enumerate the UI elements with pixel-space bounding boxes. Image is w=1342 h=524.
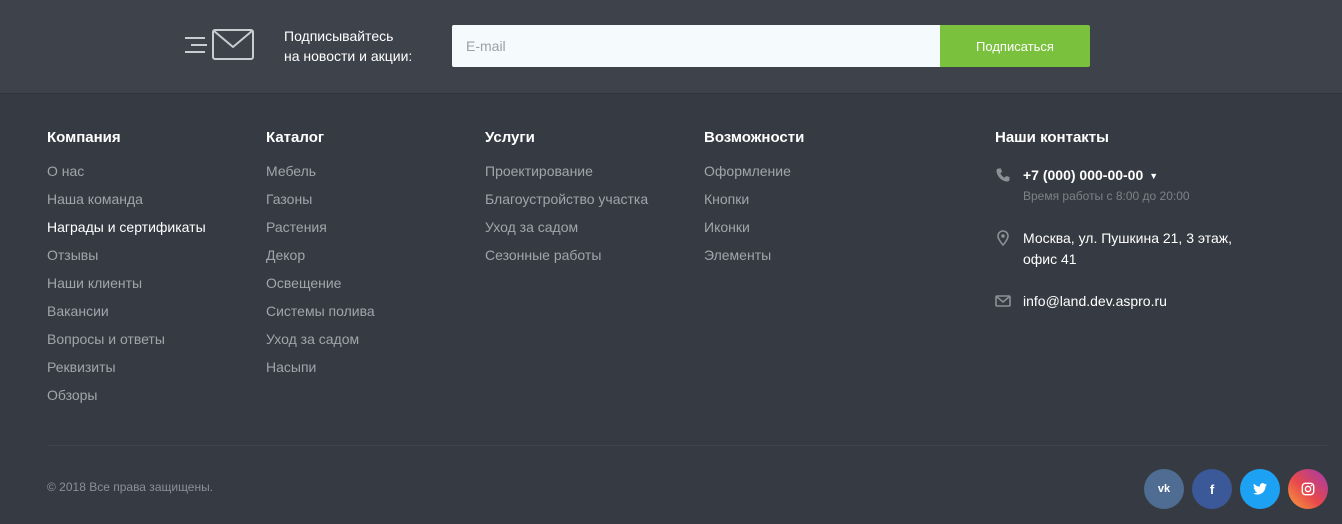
email-link[interactable]: info@land.dev.aspro.ru	[1023, 293, 1167, 309]
footer-link-furniture[interactable]: Мебель	[266, 163, 316, 179]
footer-link-lawns[interactable]: Газоны	[266, 191, 312, 207]
footer-link-elements[interactable]: Элементы	[704, 247, 771, 263]
instagram-icon	[1301, 482, 1315, 496]
twitter-button[interactable]	[1240, 469, 1280, 509]
footer-column-services: Услуги Проектирование Благоустройство уч…	[485, 128, 648, 274]
footer-link-requisites[interactable]: Реквизиты	[47, 359, 116, 375]
facebook-icon: f	[1209, 481, 1215, 497]
footer-link-plants[interactable]: Растения	[266, 219, 327, 235]
map-pin-icon	[997, 230, 1009, 246]
footer-link-overviews[interactable]: Обзоры	[47, 387, 98, 403]
footer-link-buttons[interactable]: Кнопки	[704, 191, 749, 207]
copyright-text: © 2018 Все права защищены.	[47, 480, 214, 494]
footer-link-design[interactable]: Проектирование	[485, 163, 593, 179]
footer-link-seasonal-works[interactable]: Сезонные работы	[485, 247, 601, 263]
footer-column-catalog: Каталог Мебель Газоны Растения Декор Осв…	[266, 128, 375, 386]
envelope-icon	[185, 29, 254, 60]
subscribe-bar: Подписывайтесь на новости и акции: Подпи…	[0, 0, 1342, 94]
address-line2: офис 41	[1023, 251, 1077, 267]
email-input[interactable]	[452, 25, 940, 67]
footer-divider	[47, 445, 1327, 446]
footer-link-faq[interactable]: Вопросы и ответы	[47, 331, 165, 347]
footer-link-garden-maintenance[interactable]: Уход за садом	[485, 219, 578, 235]
subscribe-button[interactable]: Подписаться	[940, 25, 1090, 67]
footer-link-garden-care[interactable]: Уход за садом	[266, 331, 359, 347]
footer-column-features: Возможности Оформление Кнопки Иконки Эле…	[704, 128, 804, 274]
phone-dropdown[interactable]: +7 (000) 000-00-00 ▼	[1023, 165, 1190, 186]
working-hours: Время работы с 8:00 до 20:00	[1023, 189, 1190, 204]
mail-icon	[995, 295, 1011, 307]
footer-link-vacancies[interactable]: Вакансии	[47, 303, 109, 319]
phone-number: +7 (000) 000-00-00	[1023, 167, 1144, 183]
footer-link-reviews[interactable]: Отзывы	[47, 247, 98, 263]
subscribe-text-line2: на новости и акции:	[284, 48, 413, 64]
twitter-icon	[1253, 483, 1267, 495]
footer-link-clients[interactable]: Наши клиенты	[47, 275, 142, 291]
footer-link-styling[interactable]: Оформление	[704, 163, 791, 179]
footer-link-fills[interactable]: Насыпи	[266, 359, 316, 375]
column-title-company: Компания	[47, 129, 121, 146]
footer-link-awards[interactable]: Награды и сертификаты	[47, 219, 206, 235]
footer-link-team[interactable]: Наша команда	[47, 191, 143, 207]
footer-column-contacts: Наши контакты	[995, 128, 1109, 162]
vk-button[interactable]: vk	[1144, 469, 1184, 509]
phone-icon	[996, 168, 1010, 182]
column-title-contacts: Наши контакты	[995, 129, 1109, 146]
footer-link-decor[interactable]: Декор	[266, 247, 305, 263]
subscribe-text-line1: Подписывайтесь	[284, 28, 394, 44]
footer-link-lighting[interactable]: Освещение	[266, 275, 341, 291]
column-title-catalog: Каталог	[266, 129, 325, 146]
footer-link-about[interactable]: О нас	[47, 163, 84, 179]
footer-link-landscaping[interactable]: Благоустройство участка	[485, 191, 648, 207]
facebook-button[interactable]: f	[1192, 469, 1232, 509]
footer-column-company: Компания О нас Наша команда Награды и се…	[47, 128, 206, 414]
instagram-button[interactable]	[1288, 469, 1328, 509]
footer-link-icons[interactable]: Иконки	[704, 219, 750, 235]
caret-down-icon: ▼	[1149, 171, 1159, 182]
vk-icon: vk	[1157, 483, 1171, 495]
footer-link-irrigation[interactable]: Системы полива	[266, 303, 375, 319]
address-line1: Москва, ул. Пушкина 21, 3 этаж,	[1023, 230, 1233, 246]
column-title-services: Услуги	[485, 129, 535, 146]
subscribe-text: Подписывайтесь на новости и акции:	[284, 26, 412, 66]
column-title-features: Возможности	[704, 129, 805, 146]
